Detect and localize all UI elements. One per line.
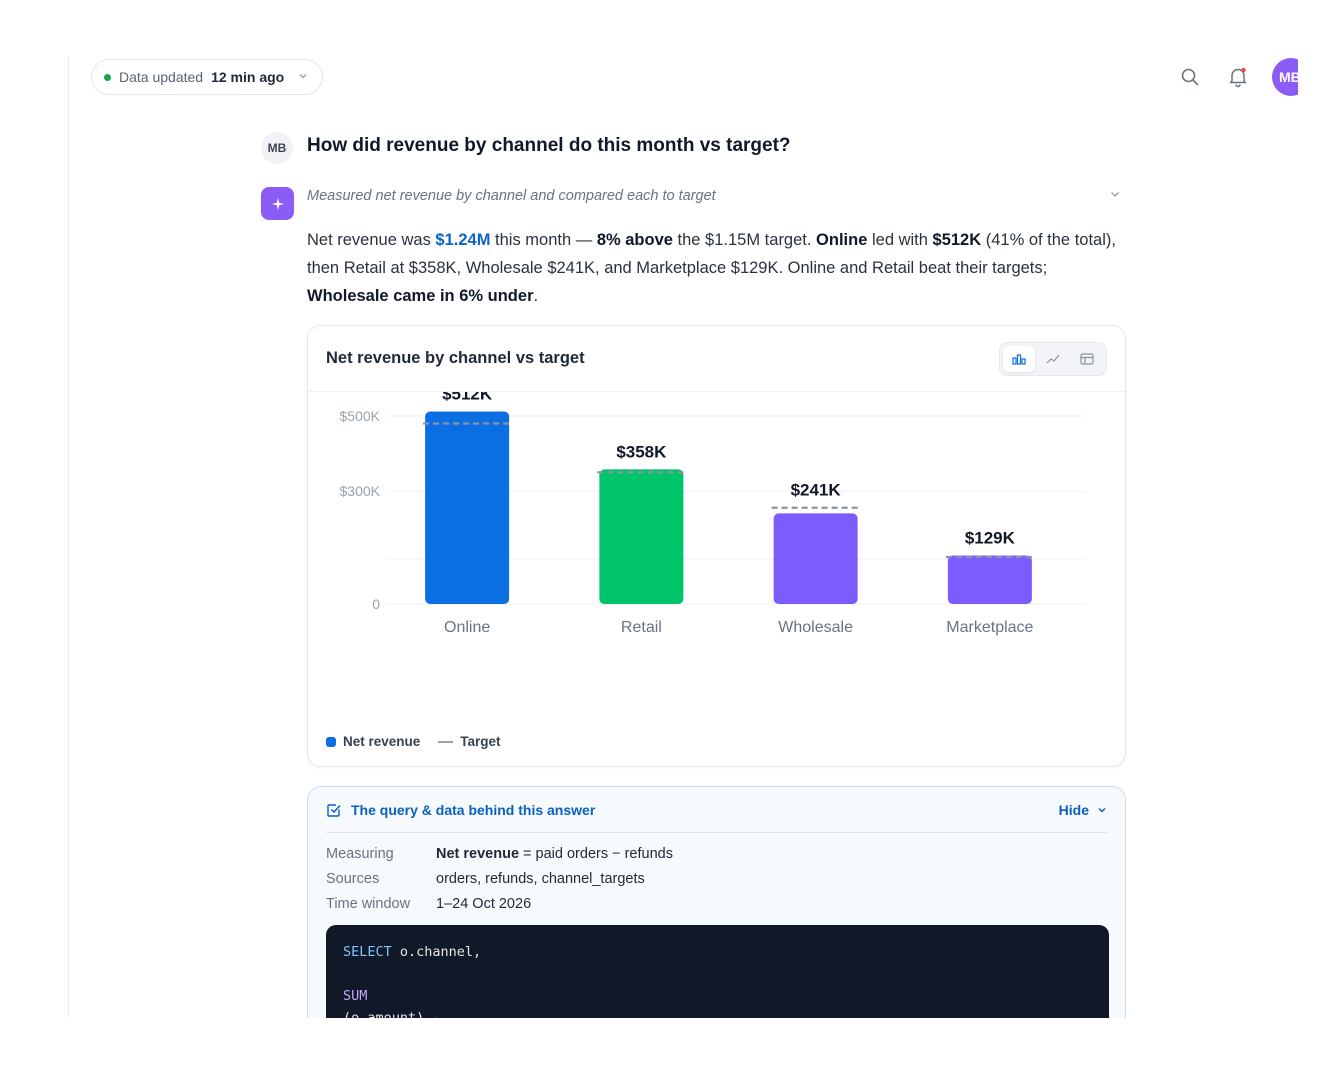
code-keyword: SELECT [343,944,392,960]
code-keyword: SUM [343,988,368,1004]
answer-total: $1.24M [435,231,491,249]
answer-leader-value: $512K [932,231,982,249]
notification-bell-icon[interactable] [1224,63,1252,91]
answer-miss: Wholesale came in 6% under [307,287,534,305]
y-tick-label: $300K [340,483,381,499]
bar-wholesale [773,513,858,604]
x-tick-label: Retail [621,619,662,636]
reasoning-summary[interactable]: Measured net revenue by channel and comp… [307,188,716,204]
meta-row-sources: Sources orders, refunds, channel_targets [326,866,1107,891]
meta-row-measuring: Measuring Net revenue = paid orders − re… [326,841,1107,866]
query-panel-title: The query & data behind this answer [326,802,595,818]
answer-text: Net revenue was $1.24M this month — 8% a… [307,226,1132,310]
chart-title: Net revenue by channel vs target [326,349,585,367]
y-tick-label: 0 [372,596,380,612]
assistant-sparkle-icon [261,187,294,220]
meta-value-bold: Net revenue [436,845,520,862]
code-line: (o.amount) - [343,1007,1092,1018]
bar-retail [599,469,684,604]
user-question: How did revenue by channel do this month… [307,135,791,156]
user-avatar[interactable]: MB [1272,58,1298,96]
bar-chart-icon[interactable] [1003,345,1035,372]
answer-part: led with [867,231,933,249]
legend-label-target: Target [460,734,501,749]
value-label: $129K [965,528,1016,547]
meta-value-text: = paid orders − refunds [519,845,673,862]
x-tick-label: Marketplace [946,619,1033,636]
meta-value: Net revenue = paid orders − refunds [436,846,673,862]
legend-item-target: Target [438,734,501,749]
code-line: SELECT o.channel, [343,941,1092,963]
value-label: $241K [791,481,842,500]
table-icon[interactable] [1071,346,1103,372]
top-toolbar: MB [1176,58,1298,96]
x-tick-label: Online [444,619,490,636]
chart-legend: Net revenue Target [326,734,501,749]
answer-leader: Online [816,231,868,249]
answer-part: the $1.15M target. [672,231,817,249]
meta-row-time-window: Time window 1–24 Oct 2026 [326,891,1107,916]
answer-part: this month — [490,231,597,249]
status-age: 12 min ago [211,69,285,85]
chart-view-switcher [999,341,1107,376]
meta-value: orders, refunds, channel_targets [436,870,645,887]
chevron-down-icon [1098,807,1106,813]
hide-label: Hide [1058,801,1089,818]
line-chart-icon[interactable] [1037,346,1069,372]
chevron-down-icon [298,71,308,84]
chart-card: Net revenue by channel vs target 0 $300K $… [307,325,1126,767]
sql-code-block[interactable]: SELECT o.channel, SUM (o.amount) - [326,925,1109,1018]
search-icon[interactable] [1176,63,1204,91]
legend-label-revenue: Net revenue [343,734,421,749]
bar-online [425,411,510,604]
code-text: (o.amount) - [343,1010,441,1018]
code-text: o.channel, [391,944,482,960]
query-title-text: The query & data behind this answer [351,801,596,818]
status-prefix: Data updated [119,69,204,85]
y-tick-label: $500K [340,408,381,424]
checkbox-icon [327,803,341,817]
meta-label: Time window [326,895,411,912]
query-panel: The query & data behind this answer Hide… [307,786,1126,1018]
query-metadata: Measuring Net revenue = paid orders − re… [326,841,1107,916]
value-label: $512K [442,392,493,403]
meta-value: 1–24 Oct 2026 [436,895,532,912]
answer-part: . [533,287,539,305]
bar-marketplace [947,555,1032,604]
x-tick-label: Wholesale [778,619,853,636]
data-freshness-pill[interactable]: Data updated 12 min ago [91,59,324,95]
hide-query-button[interactable]: Hide [1059,802,1107,818]
app-frame: Data updated 12 min ago MB MB How did rev… [68,56,1298,1018]
legend-swatch-revenue [326,736,336,747]
query-panel-header: The query & data behind this answer Hide [326,787,1107,833]
chart-header: Net revenue by channel vs target [308,326,1125,392]
question-avatar: MB [261,132,293,164]
meta-label: Sources [326,870,380,887]
legend-item-revenue: Net revenue [326,734,420,749]
status-dot [104,73,111,81]
meta-label: Measuring [326,845,394,862]
chevron-down-icon[interactable] [1109,188,1121,203]
bar-chart: 0 $300K $500K $512K Online $358K Retail $241K Wh… [340,392,1085,636]
answer-above: 8% above [596,231,673,249]
answer-part: Net revenue was [307,231,436,249]
code-line: SUM [343,985,1092,1007]
legend-swatch-target [438,740,454,743]
value-label: $358K [616,442,667,461]
